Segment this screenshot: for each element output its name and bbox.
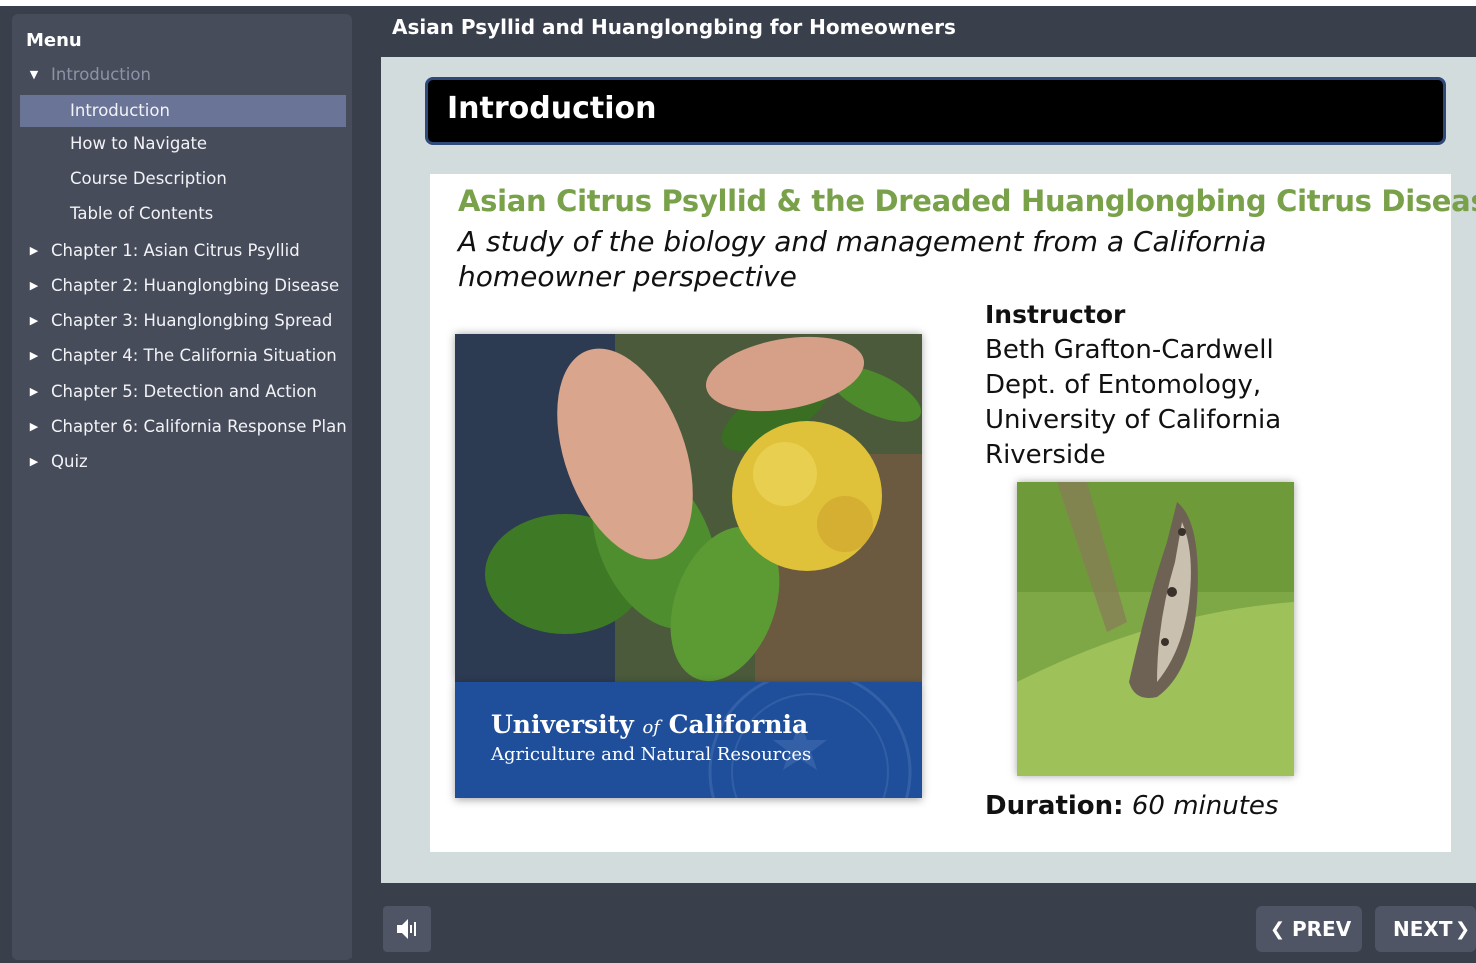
menu-item-chapter-2[interactable]: ▶ Chapter 2: Huanglongbing Disease: [18, 269, 348, 303]
caret-right-icon: ▶: [29, 244, 39, 257]
menu-item-chapter-6[interactable]: ▶ Chapter 6: California Response Plan: [18, 410, 348, 444]
caret-down-icon: ▼: [29, 68, 39, 81]
instructor-label: Instructor: [985, 300, 1126, 329]
menu-item-label: Chapter 6: California Response Plan: [51, 417, 347, 436]
menu-item-quiz[interactable]: ▶ Quiz: [18, 445, 348, 479]
menu-section-introduction[interactable]: ▼ Introduction: [18, 58, 348, 92]
menu-item-label: Chapter 1: Asian Citrus Psyllid: [51, 241, 300, 260]
window-top-edge: [0, 0, 1476, 6]
menu-item-table-of-contents[interactable]: Table of Contents: [18, 197, 348, 231]
menu-item-label: Table of Contents: [70, 204, 214, 223]
instructor-dept: Dept. of Entomology,: [985, 370, 1262, 400]
menu-item-chapter-5[interactable]: ▶ Chapter 5: Detection and Action: [18, 375, 348, 409]
orange-tree-photo: [455, 334, 922, 682]
duration-value: 60 minutes: [1131, 791, 1279, 821]
menu-item-course-description[interactable]: Course Description: [18, 162, 348, 196]
speaker-icon: [397, 919, 416, 939]
instructor-university: University of California: [985, 405, 1282, 435]
caret-right-icon: ▶: [29, 455, 39, 468]
menu-list: ▼ Introduction Introduction How to Navig…: [18, 58, 352, 958]
logo-university-name: University of California: [491, 710, 809, 739]
caret-right-icon: ▶: [29, 420, 39, 433]
slide-area: Introduction Asian Citrus Psyllid & the …: [381, 57, 1476, 883]
menu-item-introduction[interactable]: Introduction: [20, 95, 346, 127]
menu-tab[interactable]: Menu: [14, 22, 88, 58]
menu-item-label: How to Navigate: [70, 134, 208, 153]
logo-unit-name: Agriculture and Natural Resources: [491, 744, 812, 765]
menu-item-label: Introduction: [51, 65, 151, 84]
menu-item-label: Quiz: [51, 452, 88, 471]
caret-right-icon: ▶: [29, 279, 39, 292]
menu-item-label: Chapter 2: Huanglongbing Disease: [51, 276, 340, 295]
menu-item-label: Chapter 4: The California Situation: [51, 346, 337, 365]
psyllid-photo: [1017, 482, 1294, 776]
caret-right-icon: ▶: [29, 385, 39, 398]
course-duration: Duration: 60 minutes: [985, 791, 1278, 821]
instructor-name: Beth Grafton-Cardwell: [985, 335, 1274, 365]
caret-right-icon: ▶: [29, 349, 39, 362]
next-button[interactable]: NEXT ❯: [1375, 906, 1476, 952]
duration-label: Duration:: [985, 791, 1124, 821]
slide-title: Introduction: [425, 77, 1446, 145]
slide-subheading: A study of the biology and management fr…: [458, 225, 1267, 293]
prev-button[interactable]: ❮ PREV: [1256, 906, 1362, 952]
menu-item-label: Chapter 5: Detection and Action: [51, 382, 317, 401]
menu-item-label: Chapter 3: Huanglongbing Spread: [51, 311, 333, 330]
menu-item-chapter-3[interactable]: ▶ Chapter 3: Huanglongbing Spread: [18, 304, 348, 338]
caret-right-icon: ▶: [29, 314, 39, 327]
next-label: NEXT: [1393, 917, 1453, 941]
menu-item-label: Introduction: [70, 101, 170, 120]
sound-button[interactable]: [383, 906, 431, 952]
instructor-campus: Riverside: [985, 440, 1106, 470]
menu-item-how-to-navigate[interactable]: How to Navigate: [18, 127, 348, 161]
chevron-left-icon: ❮: [1270, 919, 1286, 940]
slide-heading: Asian Citrus Psyllid & the Dreaded Huang…: [458, 184, 1476, 218]
slide-card: Asian Citrus Psyllid & the Dreaded Huang…: [430, 174, 1476, 852]
uc-anr-logo: University of California Agriculture and…: [455, 682, 922, 798]
chevron-right-icon: ❯: [1455, 919, 1471, 940]
course-title: Asian Psyllid and Huanglongbing for Home…: [392, 15, 956, 39]
menu-item-chapter-4[interactable]: ▶ Chapter 4: The California Situation: [18, 339, 348, 373]
prev-label: PREV: [1292, 917, 1352, 941]
menu-item-chapter-1[interactable]: ▶ Chapter 1: Asian Citrus Psyllid: [18, 234, 348, 268]
menu-item-label: Course Description: [70, 169, 227, 188]
